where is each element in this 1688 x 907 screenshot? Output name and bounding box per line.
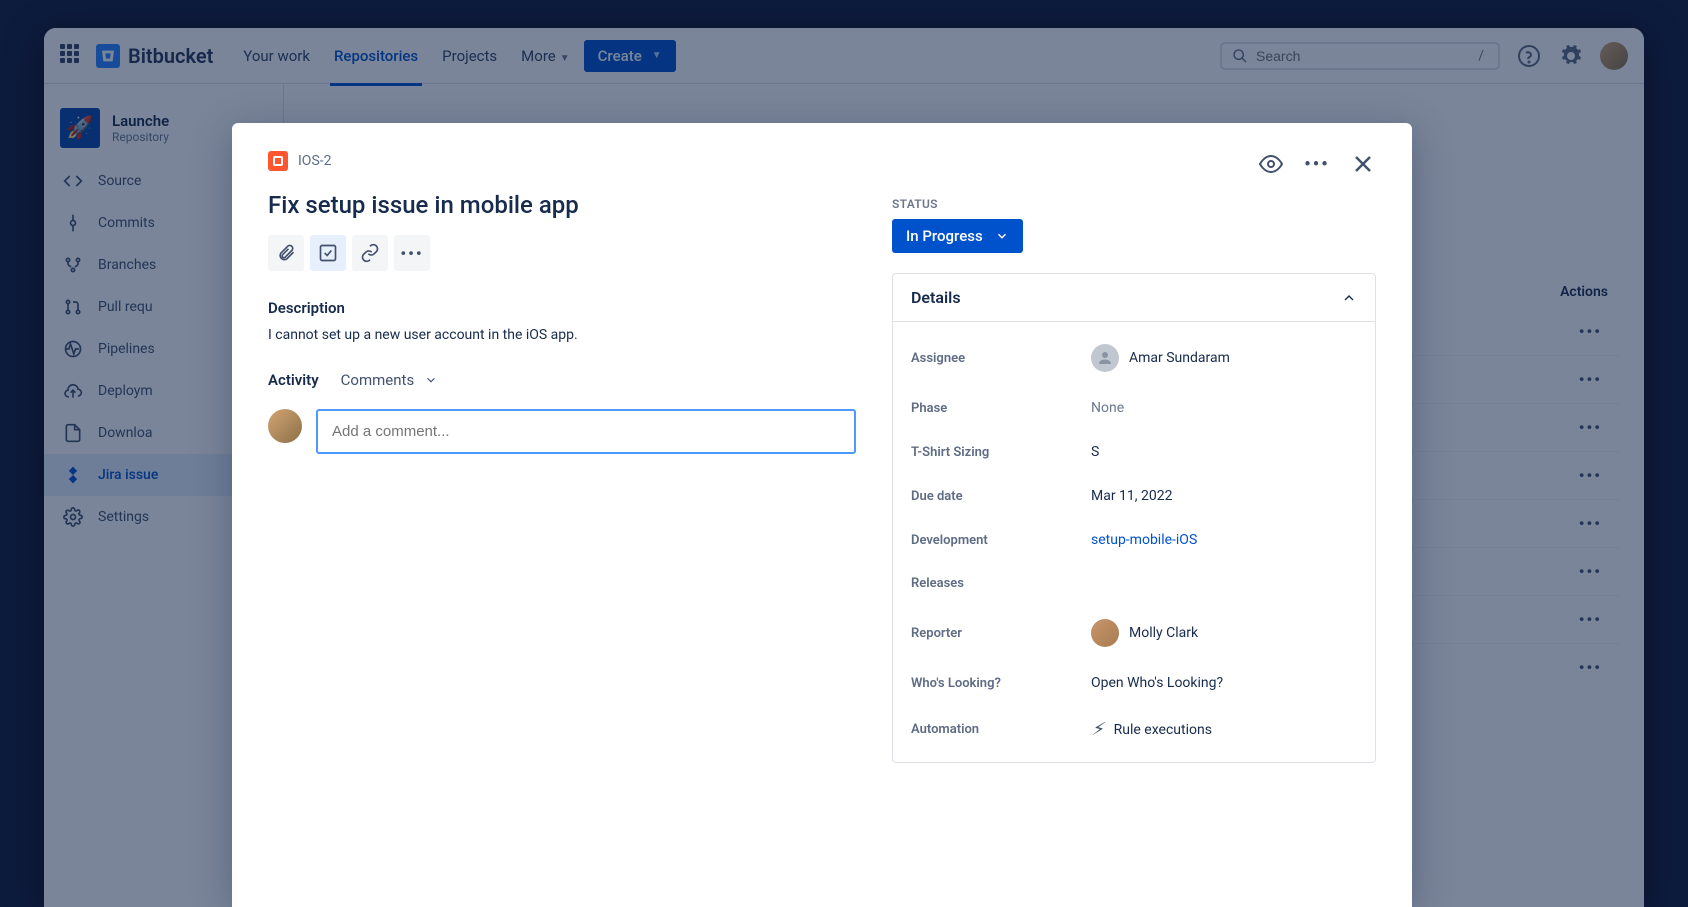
whos-looking-value[interactable]: Open Who's Looking? [1091, 675, 1223, 691]
assignee-value[interactable]: Amar Sundaram [1091, 344, 1230, 372]
development-value[interactable]: setup-mobile-iOS [1091, 532, 1197, 548]
more-actions-button[interactable]: ••• [394, 235, 430, 271]
issue-modal: IOS-2 Fix setup issue in mobile app ••• … [232, 123, 1412, 907]
whos-looking-label: Who's Looking? [911, 676, 1091, 691]
tshirt-value[interactable]: S [1091, 444, 1099, 460]
automation-label: Automation [911, 722, 1091, 737]
releases-label: Releases [911, 576, 1091, 591]
duedate-value[interactable]: Mar 11, 2022 [1091, 488, 1173, 504]
watch-icon[interactable] [1258, 151, 1284, 177]
chevron-down-icon [424, 373, 438, 387]
description-text[interactable]: I cannot set up a new user account in th… [268, 327, 856, 343]
details-panel: Details AssigneeAmar Sundaram PhaseNone … [892, 273, 1376, 763]
comment-input[interactable] [316, 409, 856, 454]
chevron-down-icon [995, 229, 1009, 243]
checklist-button[interactable] [310, 235, 346, 271]
more-icon[interactable]: ••• [1304, 151, 1330, 177]
link-button[interactable] [352, 235, 388, 271]
attach-button[interactable] [268, 235, 304, 271]
close-icon[interactable] [1350, 151, 1376, 177]
phase-value[interactable]: None [1091, 400, 1124, 416]
activity-label: Activity [268, 371, 319, 389]
breadcrumb[interactable]: IOS-2 [268, 151, 856, 171]
details-toggle[interactable]: Details [893, 274, 1375, 322]
automation-value[interactable]: ⚡︎Rule executions [1091, 719, 1212, 740]
reporter-label: Reporter [911, 626, 1091, 641]
issue-key[interactable]: IOS-2 [298, 153, 332, 169]
activity-filter[interactable]: Comments [341, 371, 439, 389]
chevron-up-icon [1341, 290, 1357, 306]
avatar-icon [1091, 619, 1119, 647]
bolt-icon: ⚡︎ [1091, 719, 1104, 740]
development-label: Development [911, 533, 1091, 548]
duedate-label: Due date [911, 489, 1091, 504]
status-dropdown[interactable]: In Progress [892, 219, 1023, 253]
assignee-label: Assignee [911, 351, 1091, 366]
description-label: Description [268, 299, 856, 317]
project-badge-icon [268, 151, 288, 171]
tshirt-label: T-Shirt Sizing [911, 445, 1091, 460]
avatar-icon [1091, 344, 1119, 372]
status-label: STATUS [892, 197, 1376, 211]
issue-title[interactable]: Fix setup issue in mobile app [268, 191, 856, 219]
reporter-value[interactable]: Molly Clark [1091, 619, 1198, 647]
phase-label: Phase [911, 401, 1091, 416]
current-user-avatar [268, 409, 302, 443]
